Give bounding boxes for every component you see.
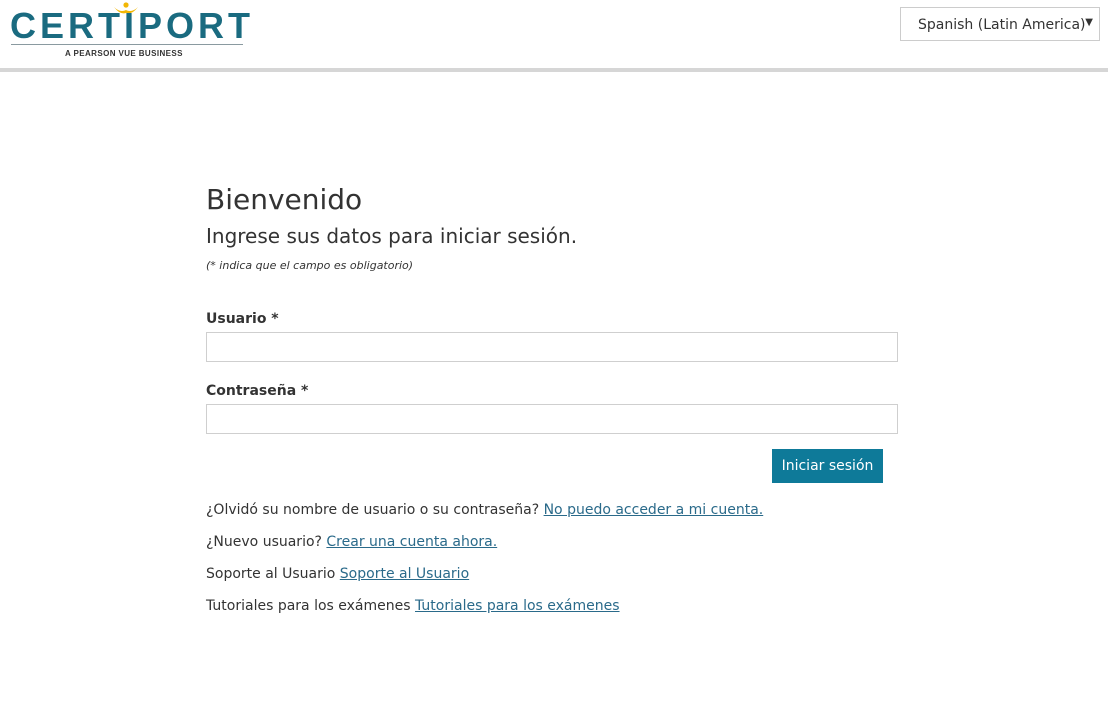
new-user-line: ¿Nuevo usuario? Crear una cuenta ahora. xyxy=(206,532,898,552)
support-line: Soporte al Usuario Soporte al Usuario xyxy=(206,564,898,584)
password-input[interactable] xyxy=(206,404,898,434)
forgot-credentials-text: ¿Olvidó su nombre de usuario o su contra… xyxy=(206,502,540,518)
page-title: Bienvenido xyxy=(206,183,363,216)
tutorials-line: Tutoriales para los exámenes Tutoriales … xyxy=(206,596,898,616)
tutorials-text: Tutoriales para los exámenes xyxy=(206,598,411,614)
new-user-text: ¿Nuevo usuario? xyxy=(206,534,322,550)
language-select[interactable]: Spanish (Latin America) ▼ xyxy=(900,7,1100,41)
login-button[interactable]: Iniciar sesión xyxy=(772,449,883,483)
forgot-credentials-link[interactable]: No puedo acceder a mi cuenta. xyxy=(544,502,764,518)
required-field-note: (* indica que el campo es obligatorio) xyxy=(206,259,414,272)
username-label: Usuario * xyxy=(206,311,279,327)
language-select-value: Spanish (Latin America) xyxy=(918,17,1086,33)
login-panel: Bienvenido Ingrese sus datos para inicia… xyxy=(206,180,898,616)
submit-row: Iniciar sesión xyxy=(206,449,898,483)
logo-tagline: A PEARSON VUE BUSINESS xyxy=(65,49,183,58)
username-input[interactable] xyxy=(206,332,898,362)
page-subtitle: Ingrese sus datos para iniciar sesión. xyxy=(206,224,578,248)
logo-divider xyxy=(11,44,243,45)
create-account-link[interactable]: Crear una cuenta ahora. xyxy=(326,534,497,550)
password-label: Contraseña * xyxy=(206,383,309,399)
forgot-credentials-line: ¿Olvidó su nombre de usuario o su contra… xyxy=(206,500,898,520)
logo-wordmark: CERTIPORT xyxy=(10,5,255,46)
site-header: CERTIPORT A PEARSON VUE BUSINESS Spanish… xyxy=(0,0,1108,72)
support-text: Soporte al Usuario xyxy=(206,566,336,582)
tutorials-link[interactable]: Tutoriales para los exámenes xyxy=(415,598,620,614)
caret-down-icon: ▼ xyxy=(1085,17,1093,28)
certiport-logo[interactable]: CERTIPORT A PEARSON VUE BUSINESS xyxy=(10,2,250,60)
support-link[interactable]: Soporte al Usuario xyxy=(340,566,469,582)
